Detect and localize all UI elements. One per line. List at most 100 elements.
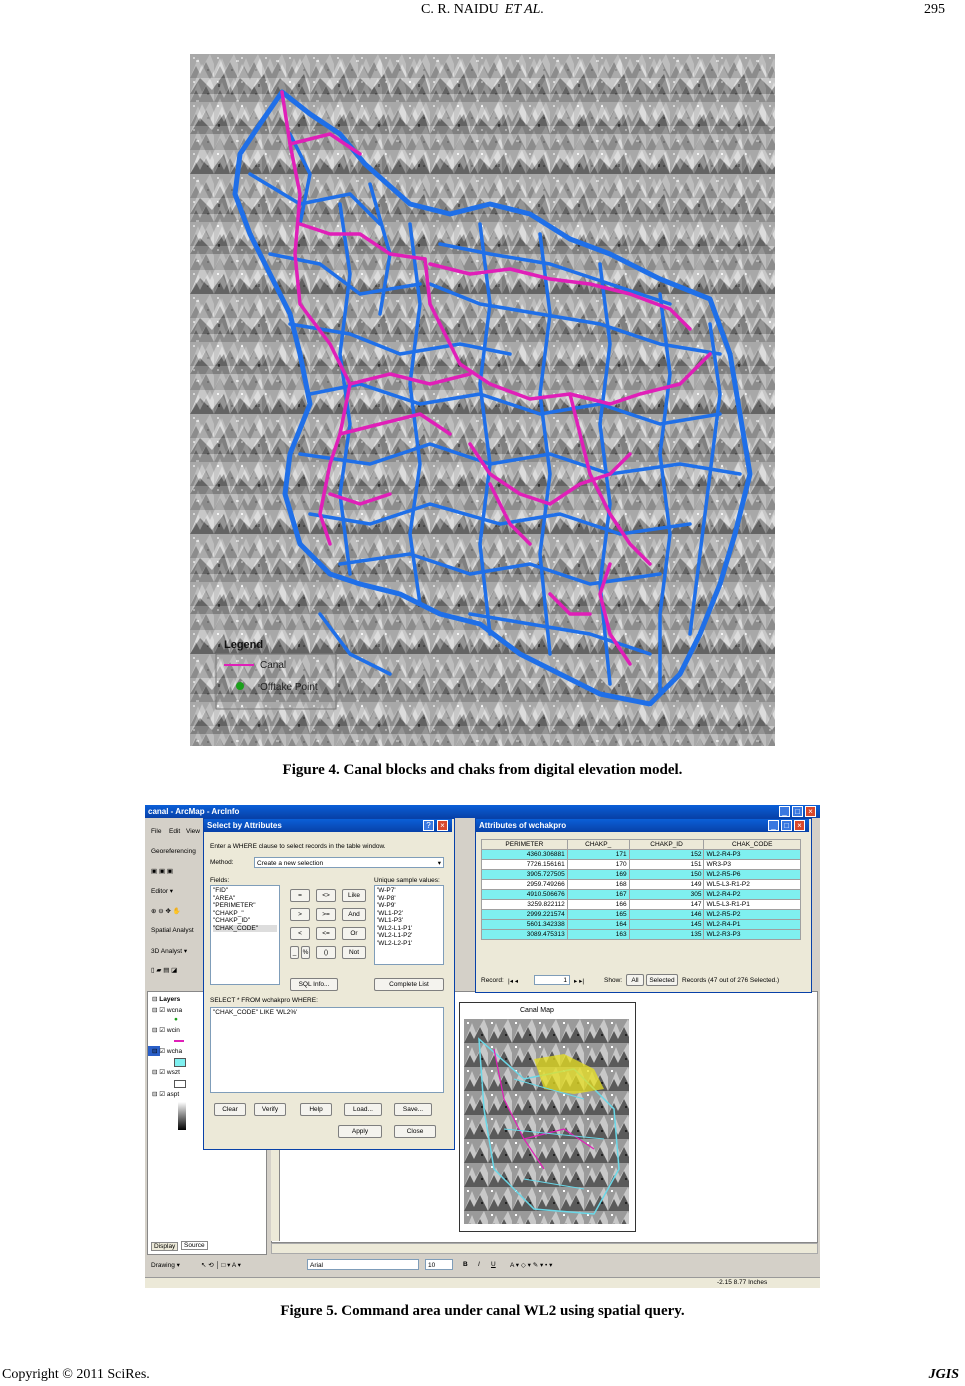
unique-value-item[interactable]: 'WL2-L1-P1' [377,925,441,933]
sql-info-button[interactable]: SQL Info... [290,978,338,991]
column-header[interactable]: CHAKP_ [566,839,630,850]
help-icon[interactable]: ? [423,820,434,831]
op-not-button[interactable]: Not [342,946,366,959]
complete-list-button[interactable]: Complete List [374,978,444,991]
clear-button[interactable]: Clear [214,1103,246,1116]
load-button[interactable]: Load... [344,1103,382,1116]
unique-value-item[interactable]: 'W-P8' [377,895,441,903]
tab-source[interactable]: Source [181,1241,208,1250]
close-button[interactable]: × [805,806,816,817]
table-cell: 305 [628,889,705,900]
font-size-select[interactable]: 10 [425,1259,453,1270]
toc-layer-1[interactable]: ⊟ ☑ wcna [152,1006,182,1014]
minimize-button[interactable]: _ [779,806,790,817]
field-item[interactable]: "CHAKP_ID" [213,917,277,925]
toc-layers-root[interactable]: ⊟ Layers [152,995,180,1003]
op-and-button[interactable]: And [342,908,366,921]
unique-value-item[interactable]: 'W-P9' [377,902,441,910]
toc-layer-4[interactable]: ⊟ ☑ wszt [152,1068,180,1076]
op-not-equal-button[interactable]: <> [316,889,336,902]
field-item[interactable]: "FID" [213,887,277,895]
bold-button[interactable]: B [463,1261,468,1268]
unique-value-item[interactable]: 'WL1-P3' [377,917,441,925]
apply-button[interactable]: Apply [338,1125,382,1138]
verify-button[interactable]: Verify [254,1103,286,1116]
italic-button[interactable]: I [478,1261,480,1268]
unique-value-item[interactable]: 'WL2-L2-P1' [377,940,441,948]
table-row[interactable]: 2959.749266 168 149 WL5-L3-R1-P2 [481,879,801,890]
zoom-toolbar[interactable]: ⊕ ⊖ ✥ ✋ [151,907,181,915]
op-less-equal-button[interactable]: <= [316,927,336,940]
field-item-selected[interactable]: "CHAK_CODE" [213,924,277,932]
select-dialog-title: Select by Attributes [207,821,282,830]
op-or-button[interactable]: Or [342,927,366,940]
toolbar-icons-row-1[interactable]: ▣ ▣ ▣ [151,867,173,875]
georeferencing-toolbar[interactable]: Georeferencing [151,848,196,855]
drawing-menu[interactable]: Drawing ▾ [151,1261,180,1269]
select-by-attributes-dialog: Select by Attributes ? × Enter a WHERE c… [203,818,455,1150]
op-greater-equal-button[interactable]: >= [316,908,336,921]
3d-analyst-toolbar[interactable]: 3D Analyst ▾ [151,947,187,955]
font-select[interactable]: Arial [307,1259,419,1270]
show-all-button[interactable]: All [626,974,644,986]
op-percent-button[interactable]: % [301,946,310,959]
menu-edit[interactable]: Edit [169,828,180,835]
field-item[interactable]: "AREA" [213,895,277,903]
attr-close-icon[interactable]: × [794,820,805,831]
fields-list[interactable]: "FID" "AREA" "PERIMETER" "CHAKP_" "CHAKP… [210,885,280,985]
table-row[interactable]: 5601.342338 164 145 WL2-R4-P1 [481,919,801,930]
table-cell: 170 [566,859,630,870]
table-row[interactable]: 2999.221574 165 146 WL2-R5-P2 [481,909,801,920]
unique-values-list[interactable]: 'W-P7' 'W-P8' 'W-P9' 'WL1-P2' 'WL1-P3' '… [374,885,444,965]
unique-value-item[interactable]: 'W-P7' [377,887,441,895]
op-underscore-button[interactable]: _ [290,946,299,959]
table-row[interactable]: 3259.822112 166 147 WL5-L3-R1-P1 [481,899,801,910]
save-button[interactable]: Save... [394,1103,432,1116]
record-input[interactable]: 1 [534,975,570,985]
attr-minimize-icon[interactable]: _ [768,820,779,831]
op-parens-button[interactable]: () [316,946,336,959]
map-horizontal-scrollbar[interactable] [271,1243,818,1254]
table-cell: 4360.306881 [481,849,568,860]
where-clause-textarea[interactable]: "CHAK_CODE" LIKE 'WL2%' [210,1007,444,1093]
method-select[interactable]: Create a new selection ▾ [254,857,444,868]
show-selected-button[interactable]: Selected [646,974,678,986]
op-like-button[interactable]: Like [342,889,366,902]
op-less-button[interactable]: < [290,927,310,940]
field-item[interactable]: "CHAKP_" [213,910,277,918]
table-row[interactable]: 4360.306881 171 152 WL2-R4-P3 [481,849,801,860]
aspect-ramp-icon [178,1102,186,1130]
help-button[interactable]: Help [300,1103,332,1116]
editor-toolbar[interactable]: Editor ▾ [151,887,173,895]
select-elements-icon[interactable]: ↖ ⟲ │ □ ▾ A ▾ [201,1261,241,1269]
table-row[interactable]: 3089.475313 163 135 WL2-R3-P3 [481,929,801,940]
spatial-analyst-toolbar[interactable]: Spatial Analyst [151,927,194,934]
record-nav-first-icon[interactable]: |◂ ◂ [508,977,518,985]
font-color-button[interactable]: A ▾ ◇ ▾ ✎ ▾ • ▾ [510,1261,552,1269]
toc-layer-2[interactable]: ⊟ ☑ wcin [152,1026,180,1034]
select-dialog-close-icon[interactable]: × [437,820,448,831]
toc-layer-5[interactable]: ⊟ ☑ aspt [152,1090,179,1098]
column-header[interactable]: PERIMETER [481,839,568,850]
field-item[interactable]: "PERIMETER" [213,902,277,910]
table-row[interactable]: 4910.506676 167 305 WL2-R4-P2 [481,889,801,900]
column-header[interactable]: CHAKP_ID [628,839,705,850]
record-nav-next-icon[interactable]: ▸ ▸| [574,977,584,985]
unique-value-item[interactable]: 'WL2-L1-P2' [377,932,441,940]
menu-file[interactable]: File [151,828,161,835]
attr-maximize-icon[interactable]: □ [781,820,792,831]
maximize-button[interactable]: □ [792,806,803,817]
unique-value-item[interactable]: 'WL1-P2' [377,910,441,918]
table-row[interactable]: 3905.727505 169 150 WL2-R5-P6 [481,869,801,880]
toc-layer-3[interactable]: ⊟ ☑ wcha [152,1047,182,1055]
attributes-table[interactable]: PERIMETER CHAKP_ CHAKP_ID CHAK_CODE 4360… [481,839,801,940]
standard-toolbar[interactable]: ▯ ▰ ▤ ◪ [151,966,177,974]
dialog-close-button[interactable]: Close [394,1125,436,1138]
op-greater-button[interactable]: > [290,908,310,921]
menu-view[interactable]: View [186,828,200,835]
tab-display[interactable]: Display [151,1242,179,1251]
table-row[interactable]: 7726.156161 170 151 WR3-P3 [481,859,801,870]
underline-button[interactable]: U [491,1261,496,1268]
column-header[interactable]: CHAK_CODE [703,839,801,850]
op-equals-button[interactable]: = [290,889,310,902]
